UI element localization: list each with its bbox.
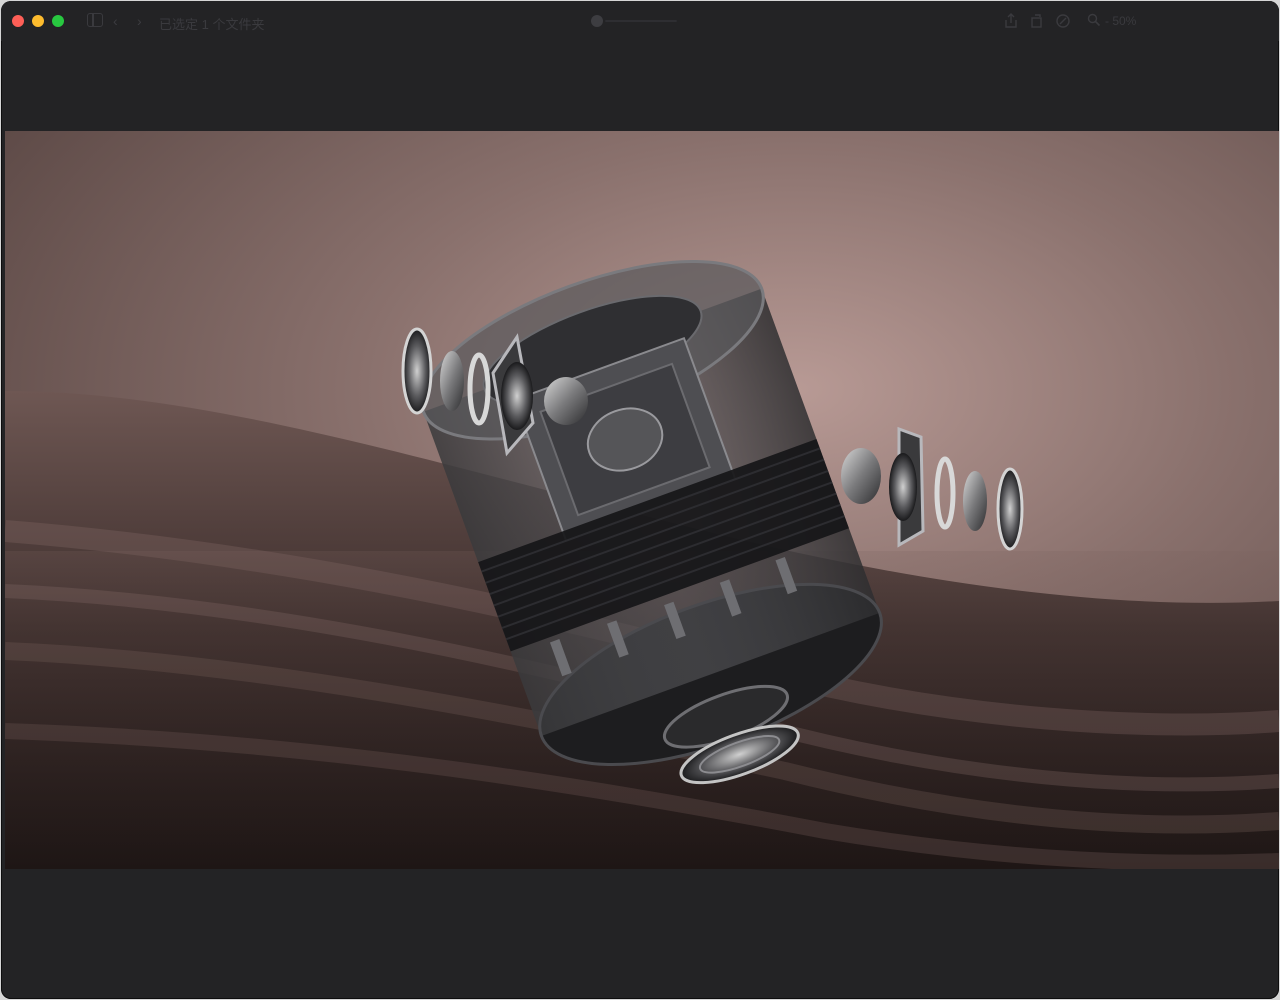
scrubber-track <box>605 20 677 22</box>
sidebar-icon[interactable] <box>87 13 103 27</box>
minimize-button[interactable] <box>32 15 44 27</box>
share-icon[interactable] <box>1003 13 1019 32</box>
zoom-level: - 50% <box>1105 14 1137 28</box>
maximize-button[interactable] <box>52 15 64 27</box>
product-image <box>5 131 1279 869</box>
scrubber[interactable] <box>589 15 689 27</box>
scrubber-knob[interactable] <box>591 15 603 27</box>
markup-icon[interactable] <box>1055 13 1071 32</box>
title-bar: ‹ › 已选定 1 个文件夹 - 50% <box>1 1 1279 41</box>
zoom-icon[interactable] <box>1087 13 1101 30</box>
preview-window: ‹ › 已选定 1 个文件夹 - 50% <box>1 1 1279 999</box>
close-button[interactable] <box>12 15 24 27</box>
forward-icon[interactable]: › <box>137 13 142 29</box>
back-icon[interactable]: ‹ <box>113 13 118 29</box>
window-title: 已选定 1 个文件夹 <box>159 17 265 32</box>
rotate-icon[interactable] <box>1029 13 1045 32</box>
